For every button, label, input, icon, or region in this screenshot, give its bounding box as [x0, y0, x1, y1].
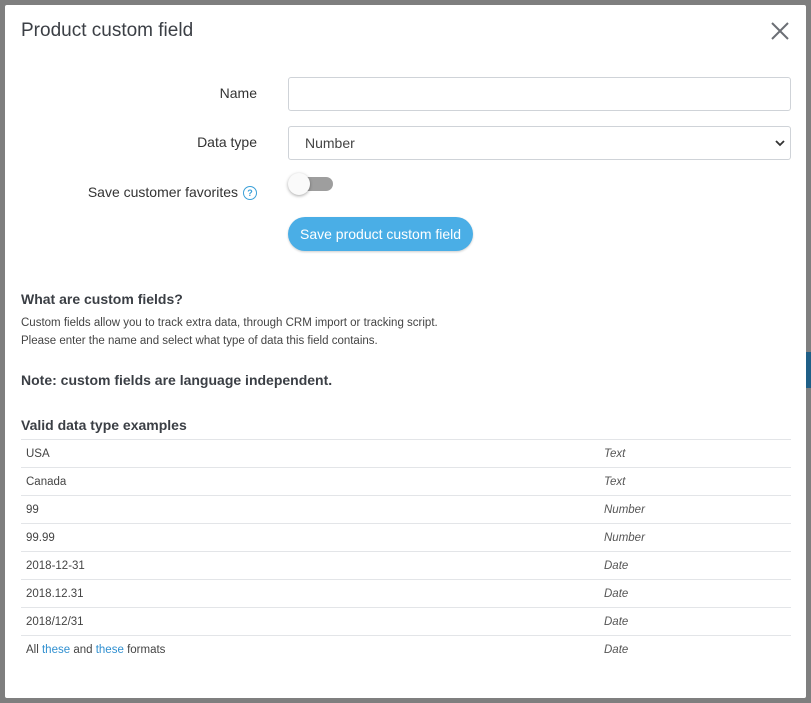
name-row: Name: [5, 77, 806, 111]
formats-middle: and: [73, 643, 93, 656]
language-note: Note: custom fields are language indepen…: [21, 372, 333, 388]
table-row: Canada Text: [21, 467, 791, 496]
data-type-label: Data type: [197, 134, 257, 150]
info-text: Custom fields allow you to track extra d…: [21, 314, 438, 350]
data-type-select[interactable]: Number: [288, 126, 791, 160]
info-heading: What are custom fields?: [21, 291, 183, 307]
info-line-2: Please enter the name and select what ty…: [21, 335, 378, 347]
type-cell: Date: [599, 635, 791, 663]
data-type-row: Data type Number: [5, 126, 806, 160]
type-cell: Number: [599, 523, 791, 552]
type-cell: Date: [599, 607, 791, 636]
example-cell: 2018.12.31: [21, 579, 599, 608]
help-icon[interactable]: ?: [243, 186, 257, 200]
modal-title: Product custom field: [21, 20, 194, 41]
example-cell: 99: [21, 495, 599, 524]
save-favorites-toggle[interactable]: [288, 173, 334, 195]
formats-prefix: All: [26, 643, 39, 656]
favorites-label: Save customer favorites: [87, 184, 238, 200]
type-cell: Date: [599, 579, 791, 608]
example-cell: USA: [21, 439, 599, 468]
type-cell: Number: [599, 495, 791, 524]
examples-table: USA Text Canada Text 99 Number 99.99 Num…: [21, 439, 791, 663]
type-cell: Text: [599, 467, 791, 496]
favorites-row: Save customer favorites?: [5, 175, 806, 200]
formats-link-2[interactable]: these: [96, 644, 124, 656]
custom-field-modal: Product custom field Name Data type Numb…: [5, 5, 806, 698]
example-cell-formats: All these and these formats: [21, 635, 599, 663]
table-row: All these and these formats Date: [21, 635, 791, 663]
type-cell: Text: [599, 439, 791, 468]
table-row: 99.99 Number: [21, 523, 791, 552]
formats-link-1[interactable]: these: [42, 644, 70, 656]
table-row: 2018-12-31 Date: [21, 551, 791, 580]
save-custom-field-button[interactable]: Save product custom field: [288, 217, 474, 251]
type-cell: Date: [599, 551, 791, 580]
toggle-knob: [288, 173, 310, 195]
close-button[interactable]: [768, 19, 792, 43]
name-input[interactable]: [288, 77, 791, 111]
close-icon: [771, 22, 789, 40]
example-cell: Canada: [21, 467, 599, 496]
name-label: Name: [219, 85, 257, 101]
formats-suffix: formats: [127, 643, 166, 656]
example-cell: 2018/12/31: [21, 607, 599, 636]
example-cell: 99.99: [21, 523, 599, 552]
table-row: 99 Number: [21, 495, 791, 524]
example-cell: 2018-12-31: [21, 551, 599, 580]
favorites-label-group: Save customer favorites?: [88, 184, 257, 200]
examples-heading: Valid data type examples: [21, 417, 187, 433]
info-line-1: Custom fields allow you to track extra d…: [21, 317, 438, 329]
table-row: 2018.12.31 Date: [21, 579, 791, 608]
table-row: 2018/12/31 Date: [21, 607, 791, 636]
table-row: USA Text: [21, 439, 791, 468]
